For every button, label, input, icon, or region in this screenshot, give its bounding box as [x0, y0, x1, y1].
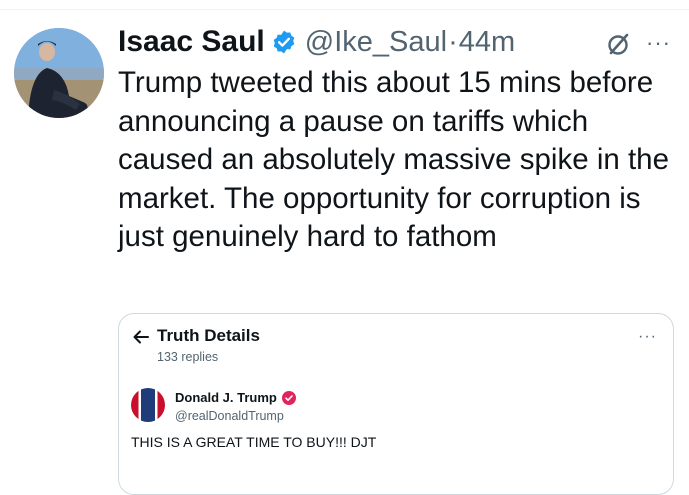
quoted-post-text: THIS IS A GREAT TIME TO BUY!!! DJT	[131, 434, 377, 450]
quoted-author-row: Donald J. Trump	[175, 390, 296, 405]
quoted-avatar[interactable]	[131, 388, 165, 422]
avatar[interactable]	[14, 28, 104, 118]
quoted-author-handle[interactable]: @realDonaldTrump	[175, 409, 284, 423]
grok-icon[interactable]	[604, 30, 632, 58]
more-options-icon[interactable]: ···	[646, 32, 671, 54]
tweet-text: Trump tweeted this about 15 mins before …	[118, 66, 669, 253]
truth-verified-badge-icon	[281, 390, 296, 405]
author-handle[interactable]: @Ike_Saul	[305, 26, 447, 59]
quoted-more-options-icon[interactable]: ···	[638, 328, 657, 346]
quoted-title: Truth Details	[157, 326, 260, 345]
quoted-replies-count: 133 replies	[157, 350, 219, 364]
quoted-author-name[interactable]: Donald J. Trump	[175, 390, 277, 405]
author-name[interactable]: Isaac Saul	[118, 25, 265, 59]
verified-badge-icon	[271, 29, 297, 55]
avatar-photo	[14, 28, 104, 118]
quoted-post-card[interactable]: Truth Details 133 replies ··· Donald J. …	[118, 313, 674, 495]
top-divider	[0, 9, 689, 10]
back-arrow-icon[interactable]	[132, 328, 150, 346]
tweet-time[interactable]: 44m	[459, 26, 515, 59]
separator-dot: ·	[448, 25, 458, 58]
tweet-header: Isaac Saul @Ike_Saul · 44m	[118, 22, 515, 62]
